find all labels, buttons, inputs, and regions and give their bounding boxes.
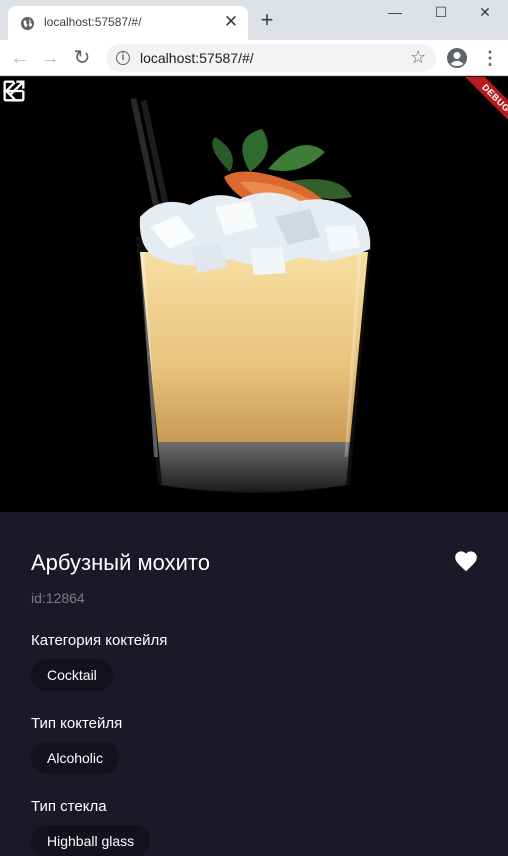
alcohol-type-chip[interactable]: Alcoholic	[31, 742, 120, 774]
tab-close-icon[interactable]: ✕	[222, 13, 240, 31]
close-window-button[interactable]: ✕	[462, 0, 508, 26]
tab-title: localhost:57587/#/	[44, 15, 142, 29]
drink-id: id:12864	[31, 590, 85, 606]
browser-forward-icon[interactable]: →	[38, 46, 62, 70]
bookmark-star-icon[interactable]: ☆	[410, 47, 426, 68]
cocktail-illustration	[0, 77, 508, 512]
minimize-button[interactable]: —	[372, 0, 418, 26]
drink-details: Арбузный мохито id:12864 Категория кокте…	[0, 512, 508, 856]
app-screen: DEBUG Арбузный мохито id:12864 Категория…	[0, 77, 508, 856]
browser-tabstrip: localhost:57587/#/ ✕ + — ☐ ✕	[0, 0, 508, 40]
browser-tab[interactable]: localhost:57587/#/ ✕	[8, 6, 248, 40]
browser-menu-icon[interactable]: ⋮	[480, 47, 500, 69]
alcohol-type-label: Тип коктейля	[31, 715, 123, 732]
site-info-icon[interactable]: i	[116, 51, 130, 65]
glass-type-chip[interactable]: Highball glass	[31, 825, 151, 856]
maximize-button[interactable]: ☐	[418, 0, 464, 26]
drink-title: Арбузный мохито	[31, 550, 210, 575]
address-bar[interactable]: i localhost:57587/#/ ☆	[106, 44, 436, 72]
browser-toolbar: ← → ↻ i localhost:57587/#/ ☆ ⋮	[0, 40, 508, 76]
globe-icon	[20, 16, 35, 31]
profile-icon[interactable]	[446, 47, 468, 69]
reload-icon[interactable]: ↻	[70, 46, 94, 70]
drink-image: DEBUG	[0, 77, 508, 512]
heart-icon[interactable]	[453, 548, 479, 572]
category-chip[interactable]: Cocktail	[31, 659, 113, 691]
new-tab-button[interactable]: +	[256, 9, 278, 31]
browser-back-icon[interactable]: ←	[8, 46, 32, 70]
open-in-new-icon[interactable]	[0, 77, 28, 105]
url-text[interactable]: localhost:57587/#/	[140, 50, 254, 66]
glass-type-label: Тип стекла	[31, 798, 107, 815]
category-label: Категория коктейля	[31, 632, 168, 649]
